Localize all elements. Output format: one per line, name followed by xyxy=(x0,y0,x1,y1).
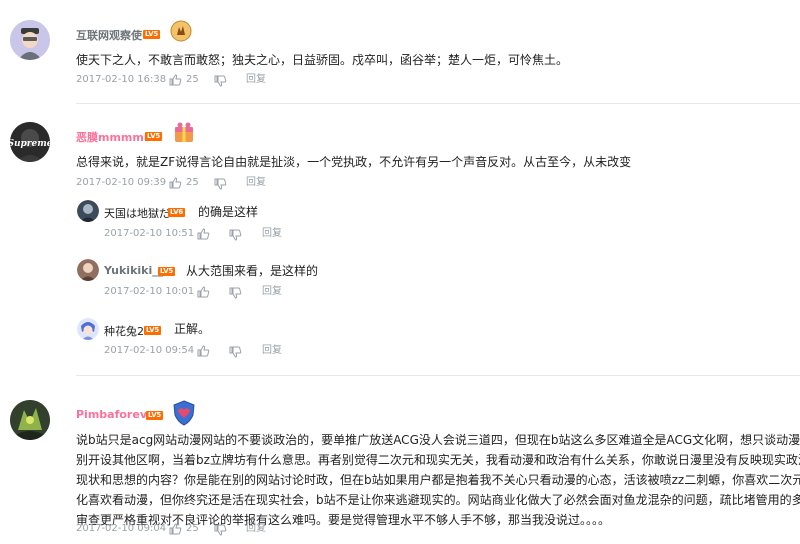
comment-meta: 2017-02-10 16:38 25 回复 xyxy=(76,73,376,87)
username[interactable]: 天国は地獄だ xyxy=(104,205,170,221)
avatar[interactable] xyxy=(10,400,50,440)
reply-meta: 2017-02-10 10:51 回复 xyxy=(104,227,364,241)
thumbs-down-icon[interactable] xyxy=(214,178,227,195)
reply-button[interactable]: 回复 xyxy=(246,73,266,87)
like-count: 25 xyxy=(186,523,199,534)
thumbs-up-icon[interactable] xyxy=(169,177,182,194)
heart-shield-icon xyxy=(172,400,196,430)
reply-button[interactable]: 回复 xyxy=(262,344,282,358)
thumbs-down-icon[interactable] xyxy=(214,524,227,541)
timestamp: 2017-02-10 16:38 xyxy=(76,74,167,85)
reply-button[interactable]: 回复 xyxy=(246,522,266,536)
avatar[interactable]: Supreme xyxy=(10,122,50,162)
avatar[interactable] xyxy=(10,20,50,60)
thumbs-up-icon[interactable] xyxy=(197,345,210,362)
reply-text: 的确是这样 xyxy=(198,205,259,219)
thumbs-up-icon[interactable] xyxy=(197,286,210,303)
comment-text: 总得来说，就是ZF说得言论自由就是扯淡，一个党执政，不允许有另一个声音反对。从古… xyxy=(76,155,632,169)
like-count: 25 xyxy=(186,74,199,85)
comment-item: 互联网观察使 LV5 使天下之人，不敢言而敢怒；独夫之心，日益骄固。戍卒叫，函谷… xyxy=(0,0,800,104)
reply-button[interactable]: 回复 xyxy=(246,176,266,190)
medal-icon xyxy=(170,20,192,46)
thumbs-up-icon[interactable] xyxy=(197,228,210,245)
avatar[interactable] xyxy=(77,200,99,222)
timestamp: 2017-02-10 10:51 xyxy=(104,228,195,239)
reply-text: 正解。 xyxy=(174,322,211,336)
thumbs-down-icon[interactable] xyxy=(229,346,242,363)
reply-button[interactable]: 回复 xyxy=(262,227,282,241)
comment-text-line: 说b站只是acg网站动漫网站的不要谈政治的，要单推广放送ACG没人会说三道四，但… xyxy=(76,433,800,447)
level-badge: LV5 xyxy=(158,267,175,276)
avatar[interactable] xyxy=(77,318,99,340)
comment-meta: 2017-02-10 09:04 25 回复 xyxy=(76,522,376,536)
comment-item: Supreme 恶膜mmmmm LV5 总得来说，就是ZF说得言论自由就是扯淡，… xyxy=(0,104,800,368)
comment-text-line: 化喜欢看动漫，但你终究还是活在现实社会，b站不是让你来逃避现实的。网站商业化做大… xyxy=(76,493,800,507)
avatar-text: Supreme xyxy=(10,139,50,149)
thumbs-up-icon[interactable] xyxy=(169,523,182,540)
username[interactable]: 互联网观察使 xyxy=(76,27,142,43)
level-badge: LV5 xyxy=(146,411,163,420)
comment-meta: 2017-02-10 09:39 25 回复 xyxy=(76,176,376,190)
comment-text-line: 别开设其他区啊，当着bz立牌坊有什么意思。再者别觉得二次元和现实无关，我看动漫和… xyxy=(76,453,800,467)
thumbs-down-icon[interactable] xyxy=(229,287,242,304)
username[interactable]: Yukikiki__ xyxy=(104,264,163,277)
level-badge: LV5 xyxy=(143,30,160,39)
reply-meta: 2017-02-10 09:54 回复 xyxy=(104,344,364,358)
thumbs-down-icon[interactable] xyxy=(214,75,227,92)
timestamp: 2017-02-10 10:01 xyxy=(104,286,195,297)
reply-text: 从大范围来看，是这样的 xyxy=(186,264,319,278)
comment-item: Pimbaforever LV5 说b站只是acg网站动漫网站的不要谈政治的，要… xyxy=(0,376,800,544)
username[interactable]: 恶膜mmmmm xyxy=(76,129,155,145)
timestamp: 2017-02-10 09:54 xyxy=(104,345,195,356)
level-badge: LV5 xyxy=(145,132,162,141)
level-badge: LV5 xyxy=(144,326,161,335)
timestamp: 2017-02-10 09:39 xyxy=(76,177,167,188)
comment-text: 说b站只是acg网站动漫网站的不要谈政治的，要单推广放送ACG没人会说三道四，但… xyxy=(76,430,800,530)
timestamp: 2017-02-10 09:04 xyxy=(76,523,167,534)
level-badge: LV6 xyxy=(168,208,185,217)
avatar[interactable] xyxy=(77,259,99,281)
thumbs-up-icon[interactable] xyxy=(169,74,182,91)
comment-text: 使天下之人，不敢言而敢怒；独夫之心，日益骄固。戍卒叫，函谷举；楚人一炬，可怜焦土… xyxy=(76,53,569,67)
reply-button[interactable]: 回复 xyxy=(262,285,282,299)
comment-text-line: 现状和思想的内容？你是能在别的网站讨论时政，但在b站如果用户都是抱着我不关心只看… xyxy=(76,473,800,487)
username[interactable]: 种花兔2 xyxy=(104,323,144,339)
gift-box-icon xyxy=(172,121,196,149)
like-count: 25 xyxy=(186,177,199,188)
reply-meta: 2017-02-10 10:01 回复 xyxy=(104,285,364,299)
thumbs-down-icon[interactable] xyxy=(229,229,242,246)
